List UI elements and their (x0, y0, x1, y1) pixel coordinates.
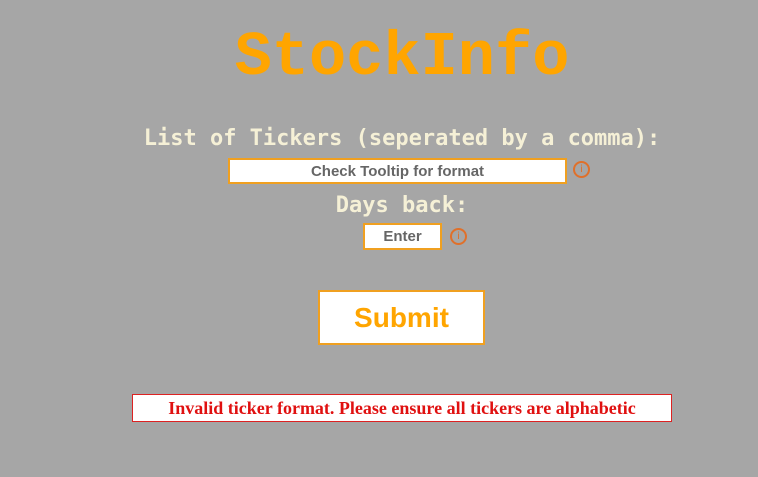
tickers-input[interactable] (228, 158, 567, 184)
days-back-label: Days back: (335, 193, 469, 218)
info-icon[interactable]: i (573, 161, 590, 178)
days-back-input[interactable] (363, 223, 442, 250)
submit-button[interactable]: Submit (318, 290, 485, 345)
tickers-label: List of Tickers (seperated by a comma): (143, 126, 661, 151)
error-message: Invalid ticker format. Please ensure all… (132, 394, 672, 422)
info-icon[interactable]: i (450, 228, 467, 245)
app-title: StockInfo (234, 22, 570, 93)
